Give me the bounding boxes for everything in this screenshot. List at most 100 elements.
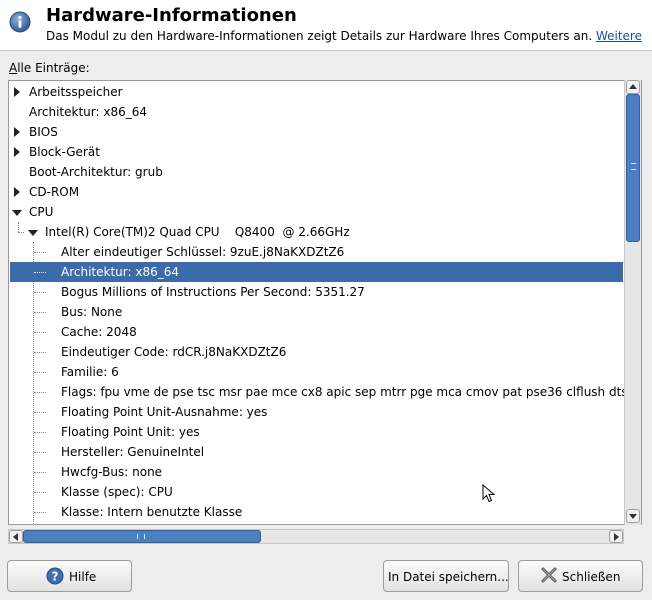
tree-connector bbox=[34, 312, 46, 313]
tree-item-boot-architektur[interactable]: Boot-Architektur: grub bbox=[10, 162, 623, 182]
tree-connector bbox=[34, 472, 46, 473]
tree-item-label: Boot-Architektur: grub bbox=[29, 165, 163, 179]
tree-item-label: Architektur: x86_64 bbox=[29, 105, 147, 119]
help-button[interactable]: ? Hilfe bbox=[7, 560, 132, 592]
tree-item-detail[interactable]: Eindeutiger Code: rdCR.j8NaKXDZtZ6 bbox=[10, 342, 623, 362]
mouse-pointer-icon bbox=[482, 484, 496, 503]
tree-item-detail[interactable]: Familie: 6 bbox=[10, 362, 623, 382]
scroll-up-button[interactable] bbox=[626, 80, 640, 94]
tree-item-detail[interactable]: Hwcfg-Bus: none bbox=[10, 462, 623, 482]
tree-item-label: Architektur: x86_64 bbox=[61, 265, 179, 279]
tree-item-label: Hersteller: GenuineIntel bbox=[61, 445, 205, 459]
collapse-arrow-icon[interactable] bbox=[12, 210, 22, 216]
arrow-left-icon bbox=[13, 533, 18, 541]
vertical-scrollbar[interactable] bbox=[624, 80, 641, 525]
arrow-right-icon bbox=[614, 533, 619, 541]
save-to-file-button[interactable]: In Datei speichern... bbox=[383, 560, 509, 592]
save-label: In Datei speichern... bbox=[388, 570, 509, 584]
tree-item-detail[interactable]: Bus: None bbox=[10, 302, 623, 322]
tree-connector bbox=[34, 452, 46, 453]
svg-text:?: ? bbox=[52, 570, 59, 584]
scroll-down-button[interactable] bbox=[626, 509, 640, 523]
tree-connector bbox=[34, 332, 46, 333]
expand-arrow-icon[interactable] bbox=[14, 127, 20, 137]
tree-item-cpu[interactable]: CPU bbox=[10, 202, 623, 222]
dialog-header: Hardware-Informationen Das Modul zu den … bbox=[0, 0, 652, 51]
tree-connector bbox=[34, 272, 46, 273]
tree-item-detail[interactable]: Cache: 2048 bbox=[10, 322, 623, 342]
tree-item-label: Alter eindeutiger Schlüssel: 9zuE.j8NaKX… bbox=[61, 245, 345, 259]
label-rest: lle Einträge: bbox=[17, 61, 90, 75]
tree-connector bbox=[34, 372, 46, 373]
scroll-left-button[interactable] bbox=[9, 530, 23, 543]
dialog-title: Hardware-Informationen bbox=[46, 5, 297, 26]
tree-item-bios[interactable]: BIOS bbox=[10, 122, 623, 142]
info-icon bbox=[9, 11, 31, 33]
tree-item-detail[interactable]: Klasse (spec): CPU bbox=[10, 482, 623, 502]
expand-arrow-icon[interactable] bbox=[14, 147, 20, 157]
scroll-right-button[interactable] bbox=[609, 530, 623, 543]
tree-item-detail-selected[interactable]: Architektur: x86_64 bbox=[10, 262, 623, 282]
tree-item-label: Floating Point Unit-Ausnahme: yes bbox=[61, 405, 268, 419]
tree-item-label: Flags: fpu vme de pse tsc msr pae mce cx… bbox=[61, 385, 642, 399]
tree-connector bbox=[34, 492, 46, 493]
tree-item-detail[interactable]: Flags: fpu vme de pse tsc msr pae mce cx… bbox=[10, 382, 641, 402]
help-icon: ? bbox=[46, 567, 64, 585]
tree-item-arbeitsspeicher[interactable]: Arbeitsspeicher bbox=[10, 82, 623, 102]
tree-item-label: Arbeitsspeicher bbox=[29, 85, 123, 99]
tree-item-detail[interactable]: Klasse: Intern benutzte Klasse bbox=[10, 502, 623, 522]
grip-icon bbox=[137, 534, 145, 539]
tree-item-detail[interactable]: Hersteller: GenuineIntel bbox=[10, 442, 623, 462]
tree-connector bbox=[18, 232, 24, 233]
tree-item-architektur[interactable]: Architektur: x86_64 bbox=[10, 102, 623, 122]
tree-item-label: CD-ROM bbox=[29, 185, 80, 199]
tree-item-label: BIOS bbox=[29, 125, 58, 139]
tree-item-label: CPU bbox=[29, 205, 54, 219]
close-label: Schließen bbox=[562, 570, 621, 584]
label-mnemonic: A bbox=[9, 61, 18, 75]
help-label: Hilfe bbox=[69, 570, 97, 584]
tree-connector bbox=[34, 352, 46, 353]
description-text: Das Modul zu den Hardware-Informationen … bbox=[46, 29, 593, 43]
arrow-down-icon bbox=[629, 514, 637, 519]
tree-connector bbox=[34, 512, 46, 513]
tree-item-detail[interactable]: Alter eindeutiger Schlüssel: 9zuE.j8NaKX… bbox=[10, 242, 623, 262]
horizontal-scroll-thumb[interactable] bbox=[23, 530, 261, 543]
tree-connector bbox=[18, 222, 19, 232]
close-button[interactable]: Schließen bbox=[518, 560, 643, 592]
tree-item-cpu-model[interactable]: Intel(R) Core(TM)2 Quad CPU Q8400 @ 2.66… bbox=[10, 222, 623, 242]
tree-connector bbox=[34, 292, 46, 293]
collapse-arrow-icon[interactable] bbox=[28, 230, 38, 236]
tree-item-detail[interactable]: Floating Point Unit: yes bbox=[10, 422, 623, 442]
horizontal-scrollbar[interactable] bbox=[8, 529, 624, 544]
tree-item-label: Hwcfg-Bus: none bbox=[61, 465, 163, 479]
tree-item-label: Block-Gerät bbox=[29, 145, 100, 159]
tree-item-label: Klasse (spec): CPU bbox=[61, 485, 173, 499]
tree-connector bbox=[34, 412, 46, 413]
tree-item-cd-rom[interactable]: CD-ROM bbox=[10, 182, 623, 202]
arrow-up-icon bbox=[629, 84, 637, 89]
dialog-description: Das Modul zu den Hardware-Informationen … bbox=[46, 29, 642, 43]
tree-connector bbox=[34, 432, 46, 433]
vertical-scroll-thumb[interactable] bbox=[626, 94, 640, 242]
tree-item-block-geraet[interactable]: Block-Gerät bbox=[10, 142, 623, 162]
tree-connector bbox=[34, 392, 46, 393]
grip-icon bbox=[631, 163, 636, 170]
expand-arrow-icon[interactable] bbox=[14, 87, 20, 97]
tree-item-label: Bus: None bbox=[61, 305, 123, 319]
tree-item-label: Familie: 6 bbox=[61, 365, 119, 379]
tree-item-label: Intel(R) Core(TM)2 Quad CPU Q8400 @ 2.66… bbox=[45, 225, 350, 239]
expand-arrow-icon[interactable] bbox=[14, 187, 20, 197]
close-icon bbox=[541, 567, 557, 583]
tree-item-label: Klasse: Intern benutzte Klasse bbox=[61, 505, 243, 519]
tree-item-detail[interactable]: Floating Point Unit-Ausnahme: yes bbox=[10, 402, 623, 422]
all-entries-label: Alle Einträge: bbox=[9, 61, 90, 75]
tree-item-label: Floating Point Unit: yes bbox=[61, 425, 200, 439]
tree-item-detail[interactable]: Bogus Millions of Instructions Per Secon… bbox=[10, 282, 623, 302]
tree-item-label: Cache: 2048 bbox=[61, 325, 137, 339]
tree-item-label: Eindeutiger Code: rdCR.j8NaKXDZtZ6 bbox=[61, 345, 287, 359]
more-link[interactable]: Weitere bbox=[596, 29, 642, 43]
tree-item-label: Bogus Millions of Instructions Per Secon… bbox=[61, 285, 365, 299]
hardware-tree[interactable]: Arbeitsspeicher Architektur: x86_64 BIOS… bbox=[8, 80, 642, 525]
tree-connector bbox=[34, 252, 46, 253]
